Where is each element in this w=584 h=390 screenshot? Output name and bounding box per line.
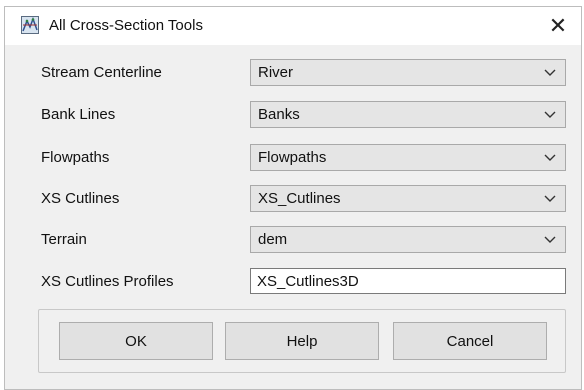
bank-lines-value: Banks	[258, 106, 300, 123]
bank-lines-row: Bank Lines Banks	[5, 101, 581, 129]
xs-cutlines-label: XS Cutlines	[41, 190, 120, 207]
chevron-down-icon	[544, 195, 556, 202]
terrain-value: dem	[258, 231, 288, 248]
ok-button[interactable]: OK	[59, 322, 213, 360]
chevron-down-icon	[544, 111, 556, 118]
dialog-title: All Cross-Section Tools	[49, 17, 203, 34]
xs-cutlines-row: XS Cutlines XS_Cutlines	[5, 185, 581, 213]
terrain-row: Terrain dem	[5, 226, 581, 254]
flowpaths-value: Flowpaths	[258, 149, 327, 166]
flowpaths-row: Flowpaths Flowpaths	[5, 144, 581, 172]
hec-ras-tool-icon	[21, 16, 39, 34]
flowpaths-select[interactable]: Flowpaths	[250, 144, 566, 171]
stream-centerline-select[interactable]: River	[250, 59, 566, 86]
stream-centerline-label: Stream Centerline	[41, 64, 162, 81]
chevron-down-icon	[544, 154, 556, 161]
stream-centerline-row: Stream Centerline River	[5, 59, 581, 87]
terrain-select[interactable]: dem	[250, 226, 566, 253]
chevron-down-icon	[544, 69, 556, 76]
bank-lines-label: Bank Lines	[41, 106, 116, 123]
xs-cutlines-value: XS_Cutlines	[258, 190, 341, 207]
help-button[interactable]: Help	[225, 322, 379, 360]
title-bar: All Cross-Section Tools ✕	[5, 7, 581, 45]
cross-section-tools-dialog: All Cross-Section Tools ✕ Stream Centerl…	[4, 6, 582, 390]
xs-cutlines-profiles-input[interactable]	[250, 268, 566, 294]
close-icon: ✕	[548, 13, 568, 38]
xs-cutlines-select[interactable]: XS_Cutlines	[250, 185, 566, 212]
cancel-button[interactable]: Cancel	[393, 322, 547, 360]
bank-lines-select[interactable]: Banks	[250, 101, 566, 128]
stream-centerline-value: River	[258, 64, 294, 81]
terrain-label: Terrain	[41, 231, 87, 248]
close-button[interactable]: ✕	[535, 7, 581, 45]
xs-cutlines-profiles-row: XS Cutlines Profiles	[5, 268, 581, 296]
button-group: OK Help Cancel	[38, 309, 566, 373]
flowpaths-label: Flowpaths	[41, 149, 110, 166]
chevron-down-icon	[544, 236, 556, 243]
xs-cutlines-profiles-label: XS Cutlines Profiles	[41, 273, 174, 290]
